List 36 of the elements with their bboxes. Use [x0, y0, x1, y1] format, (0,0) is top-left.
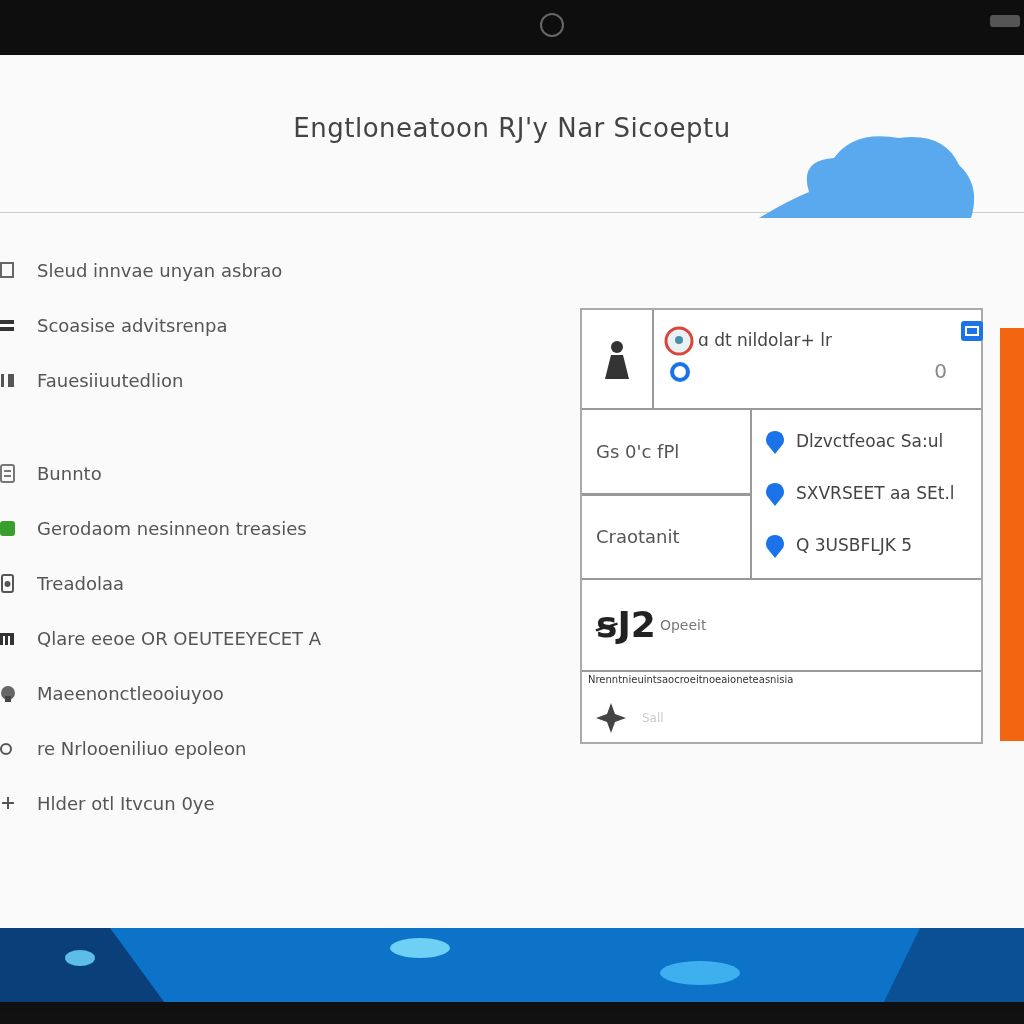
avatar-icon — [664, 326, 694, 356]
place-item[interactable]: Q 3USBFLJK 5 — [796, 533, 913, 559]
menu-item-icon — [0, 371, 16, 390]
menu-item[interactable]: Bunnto — [37, 460, 102, 487]
info-text: 0 — [934, 358, 947, 385]
menu-item[interactable]: re Nrlooeniliuo epoleon — [37, 735, 247, 762]
stat-label: Opeeit — [659, 615, 707, 635]
location-icon — [670, 360, 690, 383]
indicator-icon — [990, 15, 1020, 27]
place-item[interactable]: Dlzvctfeoac Sa:ul — [796, 429, 944, 455]
cell-text: Craotanit — [596, 525, 680, 550]
place-item[interactable]: SXVRSEET aa SEt.l — [796, 481, 955, 507]
menu-item-icon — [0, 574, 16, 593]
menu-item[interactable]: Hlder otl Itvcun 0ye — [37, 790, 215, 817]
camera-icon — [540, 13, 564, 37]
menu-item-icon — [0, 684, 16, 703]
stat-value: ꞩJ2 — [596, 603, 656, 647]
menu-item[interactable]: Sleud innvae unyan asbrao — [37, 257, 283, 284]
map-pin-icon — [764, 482, 786, 507]
menu-item-icon — [0, 519, 16, 538]
menu-item[interactable]: Maeenonctleooiuyoo — [37, 680, 224, 707]
menu-item[interactable]: Treadolaa — [37, 570, 124, 597]
menu-item-icon — [0, 464, 16, 483]
cell-text: Gs 0'c fPl — [596, 439, 680, 464]
window-title: Engtloneatoon RJ'y Nar Sicoeptu — [293, 112, 731, 145]
contact-name: ɑ dt nildolar+ lr — [698, 329, 832, 353]
window-icon[interactable] — [961, 320, 983, 341]
menu-item[interactable]: Fauesiiuutedlion — [37, 367, 184, 394]
menu-item[interactable]: Qlare eeoe OR OEUTEEYECET A — [37, 625, 322, 652]
footnote-text: Nrenntnieuintsaocroeitnoeaioneteasnisia — [588, 673, 795, 687]
menu-item-icon — [0, 261, 16, 280]
menu-item[interactable]: Gerodaom nesinneon treasies — [37, 515, 307, 542]
menu-item[interactable]: Scoasise advitsrenpa — [37, 312, 228, 339]
star-icon — [596, 703, 626, 733]
map-pin-icon — [764, 430, 786, 455]
map-pin-icon — [764, 534, 786, 559]
